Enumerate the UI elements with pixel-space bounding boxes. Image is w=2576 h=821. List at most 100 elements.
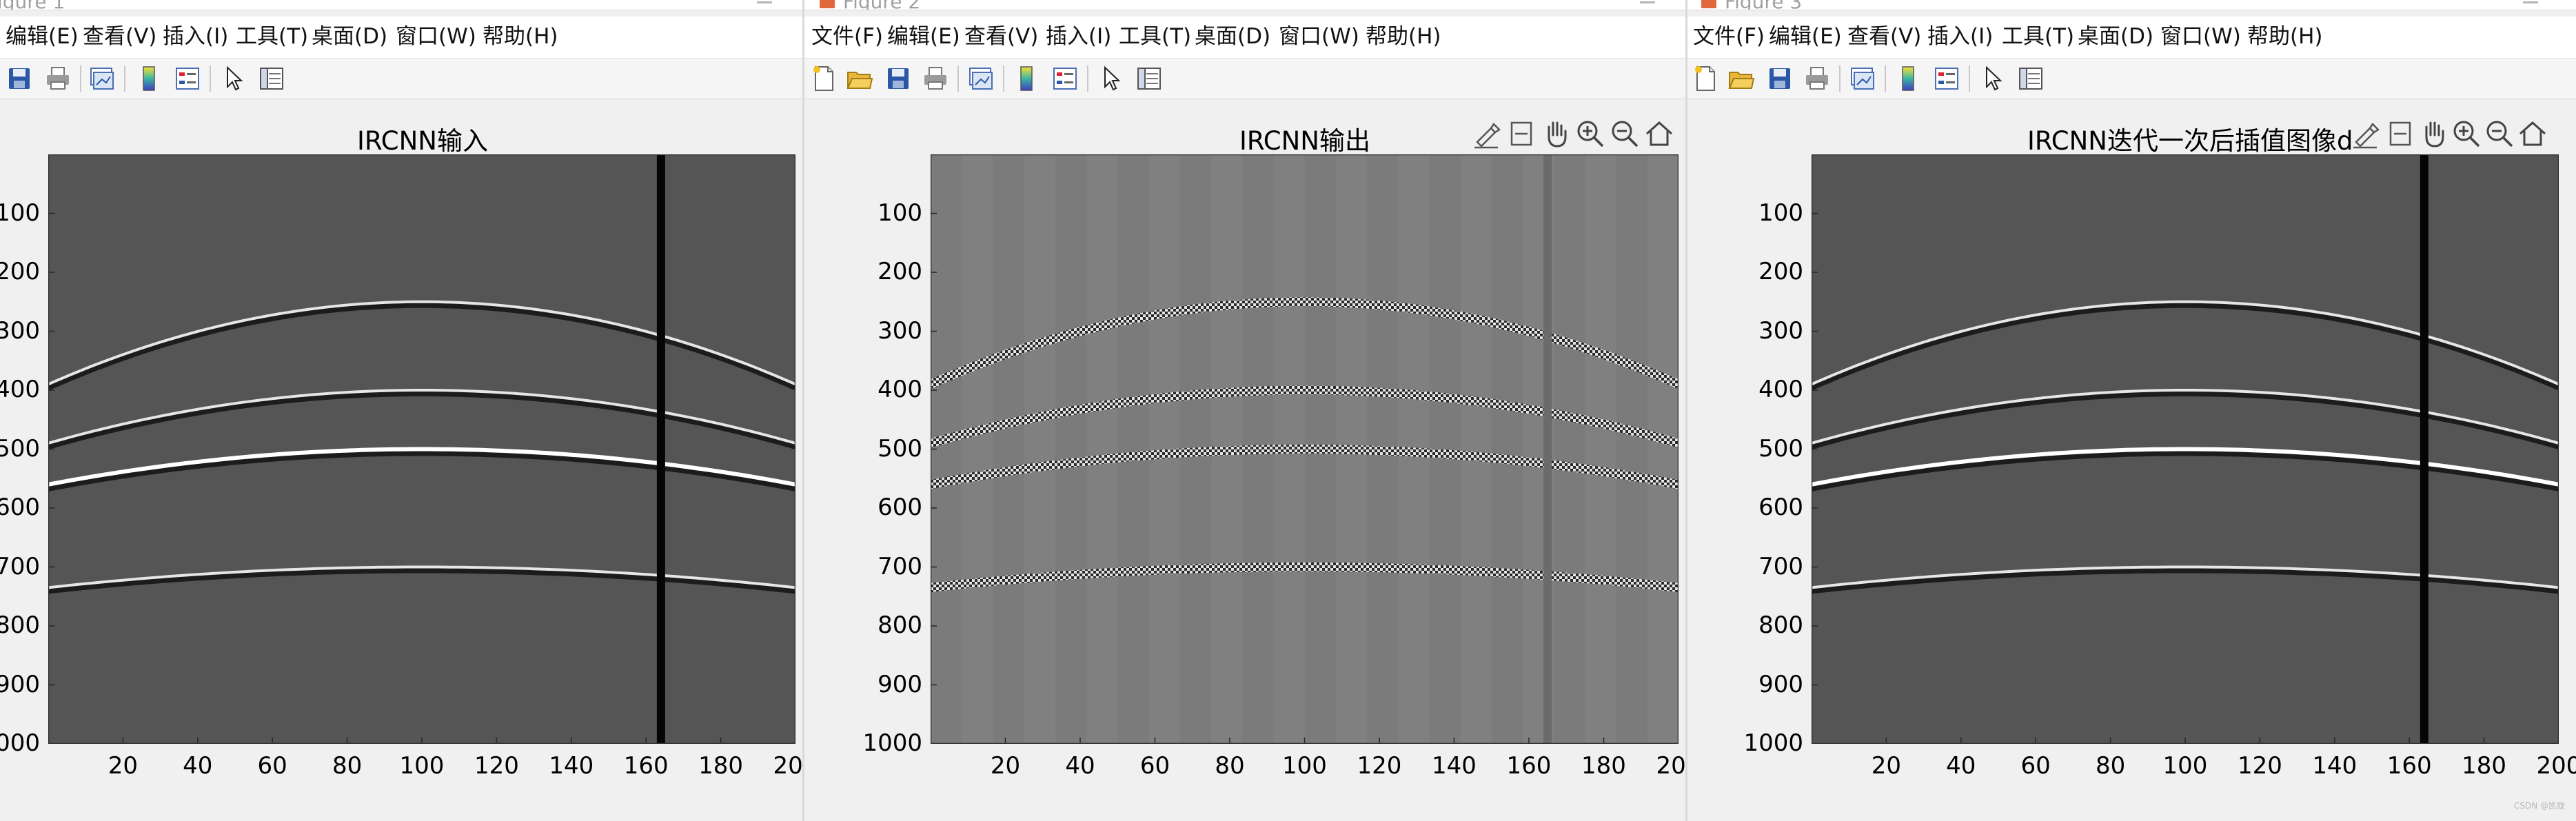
- menu-file[interactable]: 文件(F): [811, 23, 883, 50]
- y-tick-label: 300: [0, 316, 40, 345]
- y-tick-label: 600: [0, 494, 40, 521]
- open-file-icon[interactable]: [846, 64, 873, 93]
- legend-icon[interactable]: [1051, 64, 1079, 93]
- minimize-icon[interactable]: [2523, 1, 2538, 3]
- menu-view[interactable]: 查看(V): [1847, 23, 1921, 50]
- legend-icon[interactable]: [174, 64, 201, 93]
- window-title: igure 1: [0, 0, 65, 10]
- x-tick-label: 200: [773, 752, 802, 780]
- toolbar-separator: [1087, 65, 1088, 92]
- y-tick-label: 500: [0, 434, 40, 463]
- texture-band: [1460, 154, 1492, 744]
- title-bar[interactable]: Figure 2: [804, 0, 1685, 10]
- datatip-icon[interactable]: [1505, 117, 1538, 150]
- toolbar-separator: [1839, 65, 1840, 92]
- home-icon[interactable]: [2516, 117, 2549, 150]
- menu-file[interactable]: 文件(F): [1693, 23, 1765, 50]
- texture-band: [1055, 154, 1088, 744]
- figure-window-3: Figure 3 文件(F) 编辑(E) 查看(V) 插入(I) 工具(T) 桌…: [1687, 0, 2576, 821]
- pointer-icon[interactable]: [1978, 64, 2006, 93]
- save-icon[interactable]: [6, 64, 33, 93]
- toolbar-separator: [1003, 65, 1004, 92]
- link-plot-icon[interactable]: [88, 64, 116, 93]
- menu-insert[interactable]: 插入(I): [1927, 23, 1993, 50]
- brush-icon[interactable]: [1470, 117, 1503, 150]
- menu-edit[interactable]: 编辑(E): [6, 23, 79, 50]
- home-icon[interactable]: [1643, 117, 1676, 150]
- link-plot-icon[interactable]: [967, 64, 995, 93]
- menu-tools[interactable]: 工具(T): [1119, 23, 1191, 50]
- menu-view[interactable]: 查看(V): [964, 23, 1038, 50]
- property-editor-icon[interactable]: [1135, 64, 1163, 93]
- menu-window[interactable]: 窗口(W): [1279, 23, 1359, 50]
- texture-band: [1024, 154, 1056, 744]
- zoom-out-icon[interactable]: [2483, 117, 2516, 150]
- y-tick-label: 800: [0, 611, 40, 639]
- menu-insert[interactable]: 插入(I): [163, 23, 228, 50]
- menu-tools[interactable]: 工具(T): [236, 23, 308, 50]
- y-tick-label: 900: [878, 670, 922, 698]
- property-editor-icon[interactable]: [2017, 64, 2045, 93]
- menu-edit[interactable]: 编辑(E): [1769, 23, 1842, 50]
- window-title: Figure 3: [1725, 0, 1802, 10]
- title-bar[interactable]: Figure 3: [1687, 0, 2576, 10]
- legend-icon[interactable]: [1933, 64, 1960, 93]
- menu-window[interactable]: 窗口(W): [2160, 23, 2241, 50]
- zoom-in-icon[interactable]: [1574, 117, 1607, 150]
- y-tick-label: 1000: [862, 729, 922, 757]
- menu-bar: 编辑(E) 查看(V) 插入(I) 工具(T) 桌面(D) 窗口(W) 帮助(H…: [0, 17, 802, 59]
- axes-2[interactable]: 100 200 300 400 500 600 700 800 900 1000 20 40 60 80 1…: [862, 154, 1685, 780]
- menu-desktop[interactable]: 桌面(D): [2078, 23, 2153, 50]
- menu-insert[interactable]: 插入(I): [1046, 23, 1111, 50]
- menu-help[interactable]: 帮助(H): [2247, 23, 2323, 50]
- menu-window[interactable]: 窗口(W): [396, 23, 476, 50]
- menu-tools[interactable]: 工具(T): [2002, 23, 2074, 50]
- matlab-icon: [820, 0, 835, 8]
- zoom-out-icon[interactable]: [1608, 117, 1641, 150]
- new-figure-icon[interactable]: [1692, 64, 1719, 93]
- minimize-icon[interactable]: [757, 1, 772, 3]
- pan-hand-icon[interactable]: [1539, 117, 1572, 150]
- missing-trace-column: [656, 154, 665, 744]
- colorbar-icon[interactable]: [1894, 64, 1922, 93]
- y-tick-label: 900: [1758, 670, 1803, 698]
- axes-3[interactable]: 100 200 300 400 500 600 700 800 900 1000 20 40 60 80 1…: [1743, 154, 2576, 780]
- datatip-icon[interactable]: [2384, 117, 2417, 150]
- y-tick-label: 700: [1758, 552, 1803, 580]
- menu-bar: 文件(F) 编辑(E) 查看(V) 插入(I) 工具(T) 桌面(D) 窗口(W…: [1687, 17, 2576, 59]
- menu-desktop[interactable]: 桌面(D): [1195, 23, 1270, 50]
- y-tick-label: 400: [1758, 376, 1803, 403]
- y-tick-label: 100: [878, 199, 922, 227]
- axes-1[interactable]: 1002003004005006007008009001000204060801…: [0, 154, 802, 780]
- menu-edit[interactable]: 编辑(E): [887, 23, 960, 50]
- minimize-icon[interactable]: [1640, 1, 1655, 3]
- colorbar-icon[interactable]: [135, 64, 163, 93]
- menu-help[interactable]: 帮助(H): [483, 23, 558, 50]
- pointer-icon[interactable]: [219, 64, 247, 93]
- print-icon[interactable]: [1803, 64, 1831, 93]
- watermark: CSDN @凯旋: [2513, 801, 2565, 811]
- zoom-in-icon[interactable]: [2450, 117, 2483, 150]
- brush-icon[interactable]: [2349, 117, 2382, 150]
- menu-bar: 文件(F) 编辑(E) 查看(V) 插入(I) 工具(T) 桌面(D) 窗口(W…: [804, 17, 1685, 59]
- menu-desktop[interactable]: 桌面(D): [312, 23, 387, 50]
- save-icon[interactable]: [1766, 64, 1794, 93]
- print-icon[interactable]: [922, 64, 949, 93]
- menu-view[interactable]: 查看(V): [83, 23, 156, 50]
- matlab-icon: [1701, 0, 1716, 8]
- pointer-icon[interactable]: [1097, 64, 1124, 93]
- toolbar-separator: [957, 65, 959, 92]
- colorbar-icon[interactable]: [1013, 64, 1040, 93]
- print-icon[interactable]: [44, 64, 72, 93]
- open-file-icon[interactable]: [1727, 64, 1755, 93]
- y-tick-label: 100: [1758, 199, 1803, 227]
- new-figure-icon[interactable]: [810, 64, 838, 93]
- pan-hand-icon[interactable]: [2417, 117, 2450, 150]
- link-plot-icon[interactable]: [1849, 64, 1876, 93]
- toolbar-separator: [80, 65, 81, 92]
- title-bar[interactable]: igure 1: [0, 0, 802, 10]
- menu-help[interactable]: 帮助(H): [1366, 23, 1441, 50]
- y-tick-label: 1000: [0, 729, 40, 757]
- save-icon[interactable]: [884, 64, 912, 93]
- property-editor-icon[interactable]: [258, 64, 285, 93]
